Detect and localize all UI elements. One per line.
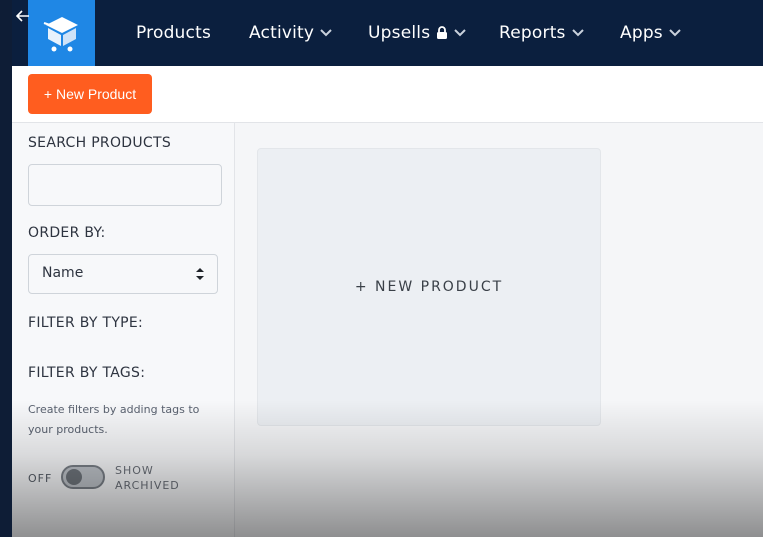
nav-upsells[interactable]: Upsells: [368, 0, 466, 66]
filter-by-tags-label: FILTER BY TAGS:: [28, 365, 146, 381]
show-archived-label: SHOW ARCHIVED: [115, 463, 195, 493]
arrow-left-icon: [16, 10, 29, 22]
nav-reports-label: Reports: [499, 23, 566, 43]
window-left-edge: [0, 0, 12, 537]
show-archived-label-line2: ARCHIVED: [115, 479, 180, 492]
new-product-button[interactable]: + New Product: [28, 74, 152, 114]
toggle-knob: [66, 469, 82, 485]
box-cart-icon: [43, 17, 78, 52]
lock-icon: [436, 26, 448, 40]
nav-activity[interactable]: Activity: [249, 0, 332, 66]
toolbar: + New Product: [12, 66, 763, 123]
new-product-card[interactable]: + NEW PRODUCT: [257, 148, 601, 426]
chevron-down-icon: [669, 29, 681, 37]
nav-apps[interactable]: Apps: [620, 0, 681, 66]
order-by-label: ORDER BY:: [28, 225, 106, 241]
nav-products[interactable]: Products: [136, 0, 211, 66]
nav-upsells-label: Upsells: [368, 23, 431, 43]
sort-arrows-icon: [196, 268, 204, 280]
order-by-value: Name: [42, 265, 84, 281]
order-by-select[interactable]: Name: [28, 254, 218, 294]
nav-activity-label: Activity: [249, 23, 315, 43]
back-button[interactable]: [11, 4, 35, 28]
search-products-input[interactable]: [28, 164, 222, 206]
show-archived-label-line1: SHOW: [115, 464, 154, 477]
show-archived-toggle[interactable]: [61, 465, 105, 489]
filter-sidebar: SEARCH PRODUCTS ORDER BY: Name FILTER BY…: [12, 123, 235, 537]
app-logo[interactable]: [28, 0, 95, 66]
chevron-down-icon: [571, 29, 584, 37]
nav-reports[interactable]: Reports: [499, 0, 584, 66]
show-archived-control: OFF SHOW ARCHIVED: [28, 464, 228, 494]
nav-apps-label: Apps: [620, 23, 663, 43]
search-products-label: SEARCH PRODUCTS: [28, 135, 172, 151]
chevron-down-icon: [454, 29, 466, 37]
chevron-down-icon: [320, 29, 332, 37]
tags-hint-text: Create filters by adding tags to your pr…: [28, 403, 200, 436]
top-navigation-bar: Products Activity Upsells Reports Apps: [12, 0, 763, 66]
products-grid: + NEW PRODUCT: [235, 123, 763, 537]
new-product-card-label: + NEW PRODUCT: [354, 279, 504, 295]
nav-products-label: Products: [136, 23, 212, 43]
toggle-state-label: OFF: [28, 472, 53, 485]
filter-by-type-label: FILTER BY TYPE:: [28, 315, 144, 331]
